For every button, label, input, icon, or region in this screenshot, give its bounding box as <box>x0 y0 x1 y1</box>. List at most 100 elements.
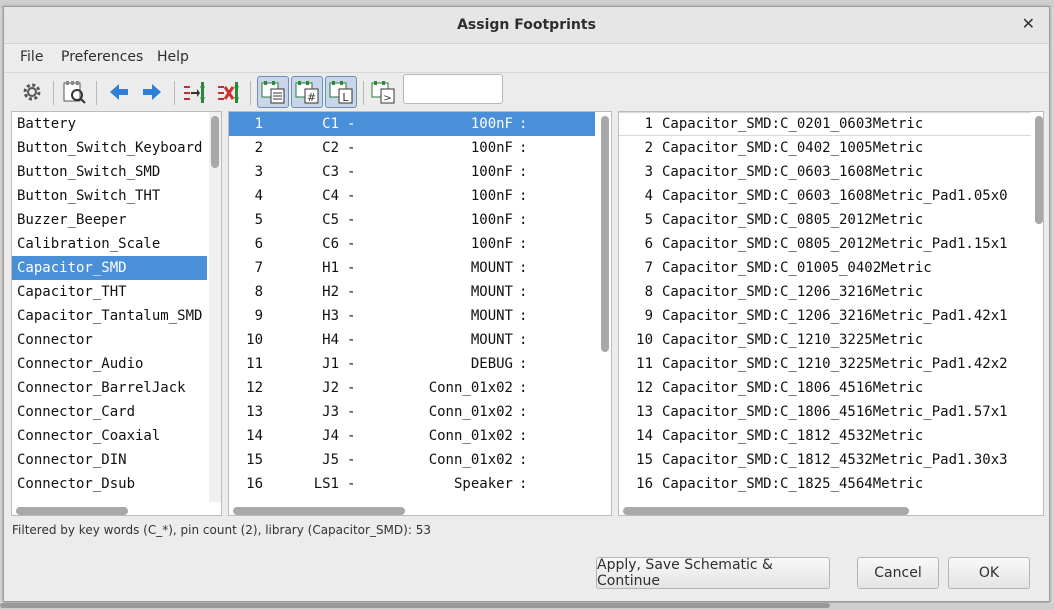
component-reference: H4 <box>322 332 339 348</box>
footprint-row[interactable]: 2 Capacitor_SMD:C_0402_1005Metric <box>619 136 1031 160</box>
settings-gear-icon[interactable] <box>18 78 46 106</box>
filter-keywords-icon[interactable] <box>257 76 289 108</box>
component-row[interactable]: 9 H3- MOUNT: <box>229 304 595 328</box>
library-item[interactable]: Connector_Audio <box>12 352 207 376</box>
library-item[interactable]: Connector_Dsub <box>12 472 207 496</box>
component-vscroll-thumb[interactable] <box>601 116 609 352</box>
component-row[interactable]: 7 H1- MOUNT: <box>229 256 595 280</box>
footprint-row[interactable]: 15 Capacitor_SMD:C_1812_4532Metric_Pad1.3… <box>619 448 1031 472</box>
component-value: MOUNT <box>470 308 513 324</box>
component-row[interactable]: 16 LS1- Speaker: <box>229 472 595 496</box>
toolbar-separator <box>53 81 54 105</box>
previous-arrow-icon[interactable] <box>105 78 133 106</box>
component-number: 15 <box>246 452 263 468</box>
component-number: 6 <box>254 236 263 252</box>
component-row[interactable]: 11 J1- DEBUG: <box>229 352 595 376</box>
library-list[interactable]: Battery Button_Switch_Keyboard Button_Swit… <box>11 111 222 516</box>
delete-associations-icon[interactable] <box>215 78 243 106</box>
component-number: 9 <box>254 308 263 324</box>
filter-name-icon[interactable]: > <box>369 78 397 106</box>
library-item[interactable]: Calibration_Scale <box>12 232 207 256</box>
component-list[interactable]: 1 C1-100nF:2 C2-100nF:3 C3-100nF:4 C4-100nF:… <box>228 111 612 516</box>
library-item[interactable]: Connector_DIN <box>12 448 207 472</box>
menu-preferences[interactable]: Preferences <box>61 49 143 65</box>
component-row[interactable]: 10 H4- MOUNT: <box>229 328 595 352</box>
component-reference: H1 <box>322 260 339 276</box>
library-item[interactable]: Button_Switch_SMD <box>12 160 207 184</box>
auto-associate-icon[interactable] <box>181 78 209 106</box>
ok-button[interactable]: OK <box>948 557 1030 589</box>
component-hscroll-thumb[interactable] <box>233 507 405 515</box>
library-vscroll-thumb[interactable] <box>211 116 219 168</box>
footprint-row[interactable]: 9 Capacitor_SMD:C_1206_3216Metric_Pad1.42… <box>619 304 1031 328</box>
library-item[interactable]: Button_Switch_Keyboard <box>12 136 207 160</box>
footprint-number: 13 <box>636 404 653 420</box>
library-item[interactable]: Battery <box>12 112 207 136</box>
close-icon[interactable]: ✕ <box>1022 14 1035 33</box>
footprint-row[interactable]: 13 Capacitor_SMD:C_1806_4516Metric_Pad1.5… <box>619 400 1031 424</box>
component-row[interactable]: 1 C1- 100nF: <box>229 112 595 136</box>
component-suffix: : <box>519 332 528 348</box>
footprint-row[interactable]: 6 Capacitor_SMD:C_0805_2012Metric_Pad1.15… <box>619 232 1031 256</box>
component-suffix: : <box>519 452 528 468</box>
footprint-list[interactable]: 1 Capacitor_SMD:C_0201_0603Metric 2 Capacit… <box>618 111 1044 516</box>
component-row[interactable]: 5 C5- 100nF: <box>229 208 595 232</box>
apply-save-continue-button[interactable]: Apply, Save Schematic & Continue <box>596 557 830 589</box>
library-item[interactable]: Capacitor_SMD <box>12 256 207 280</box>
library-item[interactable]: Button_Switch_THT <box>12 184 207 208</box>
library-item[interactable]: Connector <box>12 328 207 352</box>
menu-file[interactable]: File <box>20 49 43 65</box>
footprint-row[interactable]: 1 Capacitor_SMD:C_0201_0603Metric <box>619 112 1031 136</box>
component-row[interactable]: 4 C4- 100nF: <box>229 184 595 208</box>
component-row[interactable]: 14 J4- Conn_01x02: <box>229 424 595 448</box>
svg-text:#: # <box>307 91 316 104</box>
footprint-number: 7 <box>644 260 653 276</box>
component-reference: C1 <box>322 116 339 132</box>
title-bar: Assign Footprints ✕ <box>4 7 1049 44</box>
footprint-row[interactable]: 5 Capacitor_SMD:C_0805_2012Metric <box>619 208 1031 232</box>
footprint-row[interactable]: 4 Capacitor_SMD:C_0603_1608Metric_Pad1.05… <box>619 184 1031 208</box>
footprint-row[interactable]: 12 Capacitor_SMD:C_1806_4516Metric <box>619 376 1031 400</box>
library-hscroll-thumb[interactable] <box>16 507 128 515</box>
component-row[interactable]: 15 J5- Conn_01x02: <box>229 448 595 472</box>
component-row[interactable]: 2 C2- 100nF: <box>229 136 595 160</box>
view-footprint-icon[interactable] <box>60 78 88 106</box>
footprint-row[interactable]: 7 Capacitor_SMD:C_01005_0402Metric <box>619 256 1031 280</box>
next-arrow-icon[interactable] <box>138 78 166 106</box>
component-reference: C5 <box>322 212 339 228</box>
component-row[interactable]: 3 C3- 100nF: <box>229 160 595 184</box>
footprint-row[interactable]: 10 Capacitor_SMD:C_1210_3225Metric <box>619 328 1031 352</box>
component-row[interactable]: 6 C6- 100nF: <box>229 232 595 256</box>
library-item[interactable]: Capacitor_Tantalum_SMD <box>12 304 207 328</box>
component-row[interactable]: 12 J2- Conn_01x02: <box>229 376 595 400</box>
component-separator: - <box>347 212 356 228</box>
footprint-hscroll-thumb[interactable] <box>623 507 909 515</box>
menu-help[interactable]: Help <box>157 49 189 65</box>
component-reference: C6 <box>322 236 339 252</box>
component-row[interactable]: 13 J3- Conn_01x02: <box>229 400 595 424</box>
footprint-filter-input[interactable] <box>403 74 503 104</box>
footprint-row[interactable]: 16 Capacitor_SMD:C_1825_4564Metric <box>619 472 1031 496</box>
footprint-vscroll-thumb[interactable] <box>1035 116 1043 224</box>
library-item[interactable]: Connector_BarrelJack <box>12 376 207 400</box>
library-item[interactable]: Connector_Card <box>12 400 207 424</box>
footprint-row[interactable]: 3 Capacitor_SMD:C_0603_1608Metric <box>619 160 1031 184</box>
component-value: MOUNT <box>470 332 513 348</box>
svg-text:>: > <box>383 93 391 104</box>
cancel-button[interactable]: Cancel <box>857 557 939 589</box>
footprint-number: 3 <box>644 164 653 180</box>
component-row[interactable]: 8 H2- MOUNT: <box>229 280 595 304</box>
filter-pincount-icon[interactable]: # <box>291 76 323 108</box>
library-item[interactable]: Buzzer_Beeper <box>12 208 207 232</box>
component-value: 100nF <box>470 212 513 228</box>
footprint-number: 6 <box>644 236 653 252</box>
footprint-row[interactable]: 8 Capacitor_SMD:C_1206_3216Metric <box>619 280 1031 304</box>
footprint-name: Capacitor_SMD:C_1806_4516Metric <box>662 380 924 396</box>
library-item[interactable]: Connector_Coaxial <box>12 424 207 448</box>
library-item[interactable]: Capacitor_THT <box>12 280 207 304</box>
component-reference: J2 <box>322 380 339 396</box>
footprint-row[interactable]: 14 Capacitor_SMD:C_1812_4532Metric <box>619 424 1031 448</box>
filter-library-icon[interactable]: L <box>325 76 357 108</box>
footprint-row[interactable]: 11 Capacitor_SMD:C_1210_3225Metric_Pad1.4… <box>619 352 1031 376</box>
component-number: 14 <box>246 428 263 444</box>
